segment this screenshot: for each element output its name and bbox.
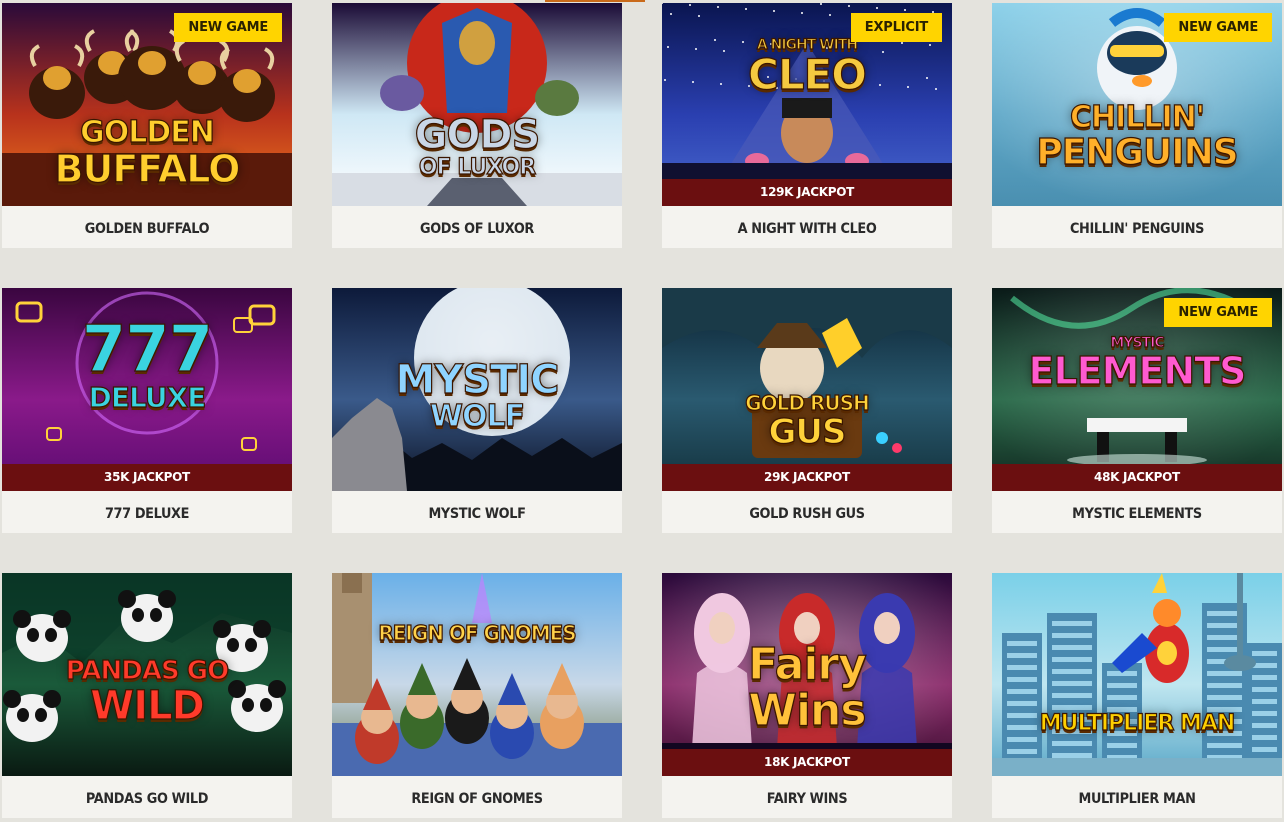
jackpot-banner: 18K JACKPOT xyxy=(662,749,952,776)
game-logo: 777 DELUXE xyxy=(81,313,214,414)
game-badge: EXPLICIT xyxy=(850,13,942,42)
game-card-cleo[interactable]: A NIGHT WITH CLEO EXPLICIT 129K JACKPOT A NI… xyxy=(662,3,952,248)
game-thumbnail[interactable]: MULTIPLIER MAN xyxy=(992,573,1282,776)
game-name[interactable]: MULTIPLIER MAN xyxy=(1004,776,1271,818)
game-name[interactable]: MYSTIC WOLF xyxy=(344,491,611,533)
game-badge: NEW GAME xyxy=(1164,298,1272,327)
game-grid: GOLDEN BUFFALO NEW GAME GOLDEN BUFFALO GODS… xyxy=(0,0,1284,822)
game-card-penguins[interactable]: CHILLIN' PENGUINS NEW GAME CHILLIN' PENGUIN… xyxy=(992,3,1282,248)
game-name[interactable]: MYSTIC ELEMENTS xyxy=(1004,491,1271,533)
game-thumbnail[interactable]: 777 DELUXE xyxy=(2,288,292,491)
game-card-luxor[interactable]: GODS OF LUXOR GODS OF LUXOR xyxy=(332,3,622,248)
jackpot-banner: 29K JACKPOT xyxy=(662,464,952,491)
game-logo: PANDAS GO WILD xyxy=(65,656,230,729)
game-logo: GODS OF LUXOR xyxy=(414,112,541,180)
game-card-elements[interactable]: MYSTIC ELEMENTS NEW GAME 48K JACKPOT MYSTIC … xyxy=(992,288,1282,533)
game-logo: CHILLIN' PENGUINS xyxy=(1036,100,1240,173)
game-card-777[interactable]: 777 DELUXE 35K JACKPOT 777 DELUXE xyxy=(2,288,292,533)
game-badge: NEW GAME xyxy=(174,13,282,42)
game-name[interactable]: GODS OF LUXOR xyxy=(344,206,611,248)
game-logo: MYSTIC ELEMENTS xyxy=(1028,335,1247,393)
game-name[interactable]: FAIRY WINS xyxy=(674,776,941,818)
jackpot-banner: 48K JACKPOT xyxy=(992,464,1282,491)
game-thumbnail[interactable]: GODS OF LUXOR xyxy=(332,3,622,206)
game-thumbnail[interactable]: MYSTIC WOLF xyxy=(332,288,622,491)
game-card-buffalo[interactable]: GOLDEN BUFFALO NEW GAME GOLDEN BUFFALO xyxy=(2,3,292,248)
game-name[interactable]: GOLD RUSH GUS xyxy=(674,491,941,533)
game-logo: MULTIPLIER MAN xyxy=(1039,711,1236,736)
game-card-pandas[interactable]: PANDAS GO WILD PANDAS GO WILD xyxy=(2,573,292,818)
game-card-gus[interactable]: GOLD RUSH GUS 29K JACKPOT GOLD RUSH GUS xyxy=(662,288,952,533)
game-name[interactable]: 777 DELUXE xyxy=(14,491,281,533)
game-logo: REIGN OF GNOMES xyxy=(378,621,578,645)
jackpot-banner: 129K JACKPOT xyxy=(662,179,952,206)
game-logo: MYSTIC WOLF xyxy=(395,357,560,434)
game-logo: Fairy Wins xyxy=(748,639,868,736)
game-name[interactable]: A NIGHT WITH CLEO xyxy=(674,206,941,248)
game-name[interactable]: GOLDEN BUFFALO xyxy=(14,206,281,248)
game-name[interactable]: PANDAS GO WILD xyxy=(14,776,281,818)
game-card-gnomes[interactable]: REIGN OF GNOMES REIGN OF GNOMES xyxy=(332,573,622,818)
game-card-multiplier[interactable]: MULTIPLIER MAN MULTIPLIER MAN xyxy=(992,573,1282,818)
game-card-fairy[interactable]: Fairy Wins 18K JACKPOT FAIRY WINS xyxy=(662,573,952,818)
game-name[interactable]: CHILLIN' PENGUINS xyxy=(1004,206,1271,248)
game-thumbnail[interactable]: Fairy Wins xyxy=(662,573,952,776)
game-thumbnail[interactable]: REIGN OF GNOMES xyxy=(332,573,622,776)
game-thumbnail[interactable]: GOLD RUSH GUS xyxy=(662,288,952,491)
jackpot-banner: 35K JACKPOT xyxy=(2,464,292,491)
game-logo: A NIGHT WITH CLEO xyxy=(747,37,867,99)
game-thumbnail[interactable]: PANDAS GO WILD xyxy=(2,573,292,776)
game-name[interactable]: REIGN OF GNOMES xyxy=(344,776,611,818)
game-card-wolf[interactable]: MYSTIC WOLF MYSTIC WOLF xyxy=(332,288,622,533)
game-badge: NEW GAME xyxy=(1164,13,1272,42)
game-logo: GOLD RUSH GUS xyxy=(745,391,871,452)
game-logo: GOLDEN BUFFALO xyxy=(54,115,241,191)
